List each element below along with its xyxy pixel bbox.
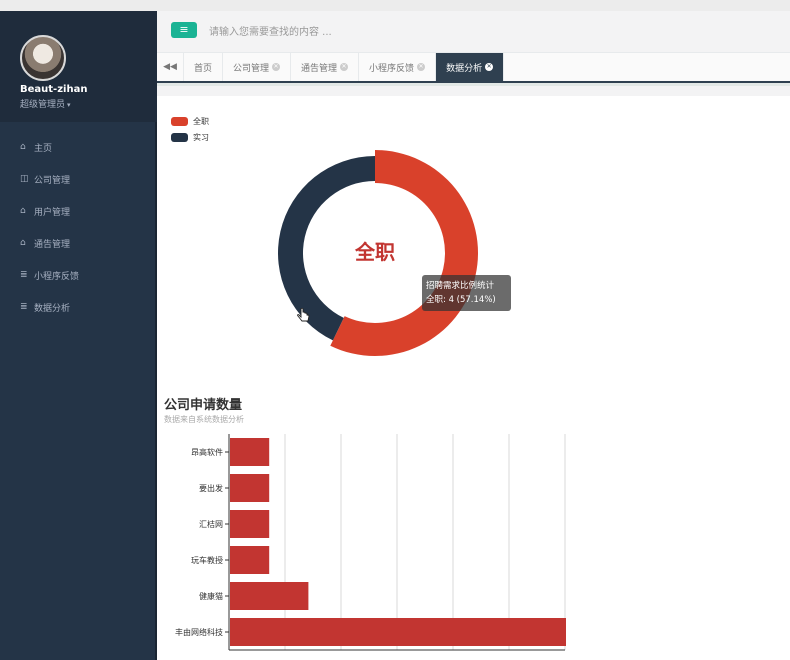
hamburger-icon: ≡ (179, 23, 189, 36)
legend-item[interactable]: 全职 (171, 113, 209, 129)
bar[interactable] (230, 618, 566, 646)
legend-swatch (171, 132, 188, 142)
y-tick-label: 汇桔网 (199, 519, 223, 529)
y-tick-label: 要出发 (199, 483, 223, 493)
user-role-label: 超级管理员 (20, 100, 66, 110)
close-icon[interactable]: ✕ (340, 63, 349, 71)
bar-chart: 丰由网络科技 健康猫 玩车教授 汇桔网 要出发 昂高软件 (175, 434, 566, 651)
sidebar-item-feedback[interactable]: ≣ 小程序反馈 (0, 259, 157, 291)
y-tick-label: 丰由网络科技 (175, 627, 223, 637)
sidebar-item-label: 数据分析 (34, 303, 71, 314)
columns-icon: ◫ (20, 174, 29, 184)
tab-bar: ◀◀ 首页 公司管理 ✕ 通告管理 ✕ 小程序反馈 ✕ 数据分析 ✕ (157, 53, 790, 83)
bar-chart-subtitle: 数据来自系统数据分析 (164, 415, 244, 424)
tooltip-value: 全职: 4 (57.14%) (426, 295, 496, 305)
avatar[interactable] (20, 35, 66, 81)
close-icon[interactable]: ✕ (272, 63, 281, 71)
legend-swatch (171, 116, 188, 126)
list-icon: ≣ (20, 302, 28, 312)
tab-label: 公司管理 (233, 63, 270, 74)
bar[interactable] (230, 546, 270, 574)
tab-label: 通告管理 (301, 63, 338, 74)
chart-panel: 全职 实习 全职 招聘需求比例统计 全职: 4 (57.14%) 公司申请数量 … (157, 96, 790, 660)
home-icon: ⌂ (20, 238, 26, 248)
close-icon[interactable]: ✕ (417, 63, 426, 71)
bar[interactable] (230, 582, 309, 610)
home-icon: ⌂ (20, 142, 26, 152)
sidebar-item-label: 通告管理 (34, 239, 71, 250)
caret-down-icon: ▾ (67, 101, 71, 109)
tab-scroll-left-button[interactable]: ◀◀ (157, 53, 184, 81)
sidebar-item-notices[interactable]: ⌂ 通告管理 (0, 227, 157, 259)
legend-label: 实习 (193, 132, 209, 142)
tab-list: 首页 公司管理 ✕ 通告管理 ✕ 小程序反馈 ✕ 数据分析 ✕ (184, 53, 505, 81)
tab-notices[interactable]: 通告管理 ✕ (291, 53, 360, 81)
main-content: 全职 实习 全职 招聘需求比例统计 全职: 4 (57.14%) 公司申请数量 … (157, 86, 790, 660)
y-tick-label: 昂高软件 (191, 447, 223, 457)
tab-label: 小程序反馈 (369, 63, 415, 74)
menu-toggle-button[interactable]: ≡ (171, 22, 197, 38)
home-icon: ⌂ (20, 206, 26, 216)
tooltip-title: 招聘需求比例统计 (426, 281, 495, 291)
user-role-dropdown[interactable]: 超级管理员 ▾ (20, 97, 71, 110)
bar-chart-title: 公司申请数量 (164, 398, 243, 413)
profile-panel: Beaut-zihan 超级管理员 ▾ (0, 11, 157, 122)
tab-label: 首页 (194, 63, 213, 74)
bar[interactable] (230, 474, 270, 502)
sidebar-item-users[interactable]: ⌂ 用户管理 (0, 195, 157, 227)
y-tick-label: 玩车教授 (191, 555, 223, 565)
sidebar-item-label: 小程序反馈 (34, 271, 80, 282)
sidebar-item-label: 用户管理 (34, 207, 71, 218)
tab-label: 数据分析 (446, 63, 483, 74)
sidebar: Beaut-zihan 超级管理员 ▾ ⌂ 主页 ◫ 公司管理 ⌂ 用户管理 ⌂ 通告管理… (0, 11, 157, 660)
double-left-arrow-icon: ◀◀ (163, 62, 177, 72)
y-tick-label: 健康猫 (199, 591, 223, 601)
sidebar-item-label: 公司管理 (34, 175, 71, 186)
sidebar-nav: ⌂ 主页 ◫ 公司管理 ⌂ 用户管理 ⌂ 通告管理 ≣ 小程序反馈 ≣ 数据分析 (0, 131, 157, 323)
bar[interactable] (230, 438, 270, 466)
tab-analytics[interactable]: 数据分析 ✕ (436, 53, 505, 81)
tab-home[interactable]: 首页 (184, 53, 224, 81)
legend-label: 全职 (193, 116, 209, 126)
donut-center-label: 全职 (355, 240, 395, 264)
search-input[interactable] (209, 21, 509, 43)
list-icon: ≣ (20, 270, 28, 280)
close-icon[interactable]: ✕ (485, 63, 494, 71)
sidebar-item-home[interactable]: ⌂ 主页 (0, 131, 157, 163)
donut-legend: 全职 实习 (171, 113, 209, 145)
sidebar-item-analytics[interactable]: ≣ 数据分析 (0, 291, 157, 323)
tab-company[interactable]: 公司管理 ✕ (223, 53, 292, 81)
legend-item[interactable]: 实习 (171, 129, 209, 145)
sidebar-item-company[interactable]: ◫ 公司管理 (0, 163, 157, 195)
chart-tooltip: 招聘需求比例统计 全职: 4 (57.14%) (422, 275, 511, 311)
hand-cursor-icon (297, 308, 310, 322)
user-name[interactable]: Beaut-zihan (20, 84, 87, 95)
tab-feedback[interactable]: 小程序反馈 ✕ (359, 53, 437, 81)
top-header: ≡ (157, 11, 790, 53)
bar[interactable] (230, 510, 270, 538)
sidebar-item-label: 主页 (34, 143, 53, 154)
window-top-strip (0, 0, 790, 11)
